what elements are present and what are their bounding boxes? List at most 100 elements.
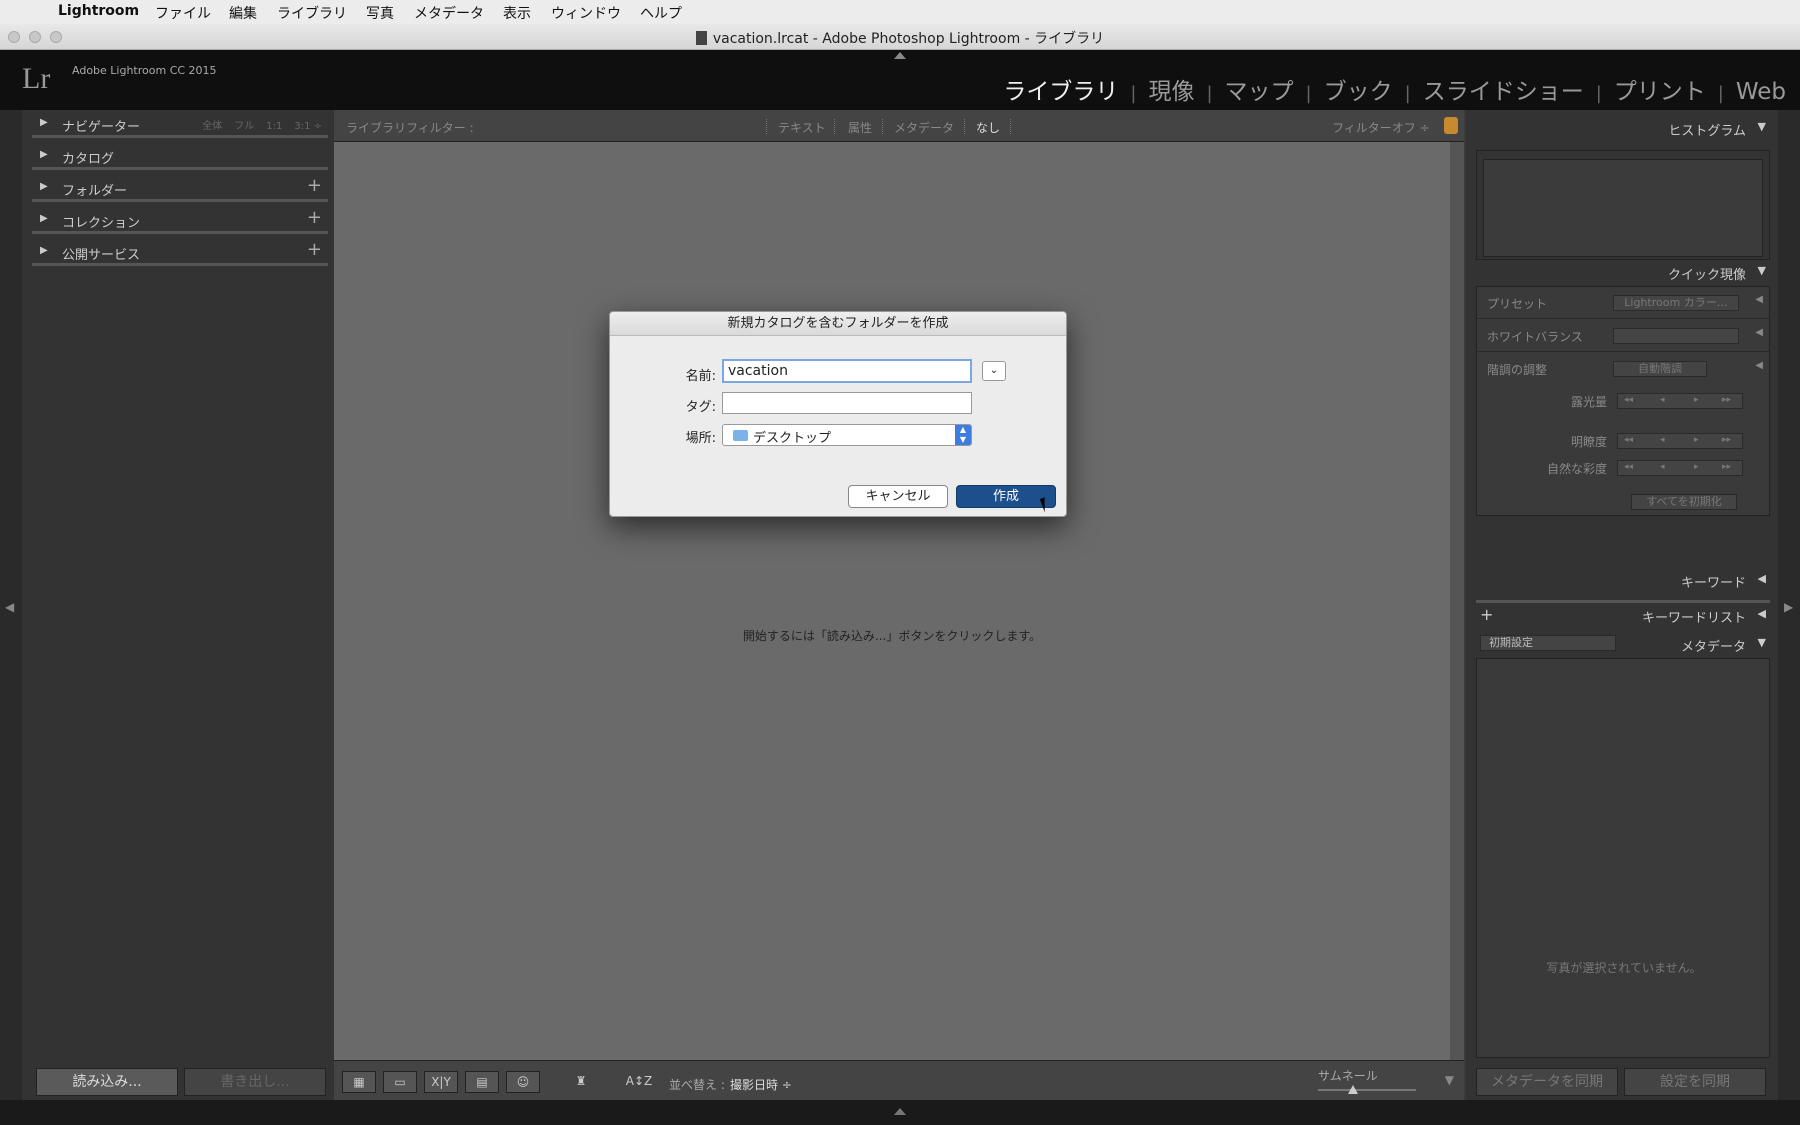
window-title: vacation.lrcat - Adobe Photoshop Lightro… xyxy=(712,31,1105,47)
zoom-1-1[interactable]: 1:1 xyxy=(266,121,282,132)
dialog-title: 新規カタログを含むフォルダーを作成 xyxy=(610,312,1066,336)
folders-header[interactable]: ▶ フォルダー + xyxy=(32,174,328,202)
thumbnail-slider[interactable] xyxy=(1318,1089,1416,1091)
stepper-icon: ▲ ▼ xyxy=(955,425,971,445)
add-collection-icon[interactable]: + xyxy=(307,207,322,228)
module-print[interactable]: プリント xyxy=(1614,72,1706,106)
menu-app[interactable]: Lightroom xyxy=(58,3,139,19)
loupe-view-icon[interactable]: ▭ xyxy=(383,1071,417,1093)
expand-icon[interactable]: ⌄ xyxy=(982,361,1006,381)
sync-metadata-button[interactable]: メタデータを同期 xyxy=(1476,1068,1618,1096)
histogram xyxy=(1476,150,1770,260)
filmstrip-toggle[interactable] xyxy=(0,1100,1800,1125)
metadata-header[interactable]: 初期設定 メタデータ ▼ xyxy=(1476,632,1770,656)
version-label: Adobe Lightroom CC 2015 xyxy=(72,64,217,77)
publish-services-header[interactable]: ▶ 公開サービス + xyxy=(32,238,328,266)
survey-view-icon[interactable]: ▤ xyxy=(465,1071,499,1093)
grid-view: ライブラリフィルター : テキスト 属性 メタデータ なし フィルターオフ ÷ … xyxy=(334,110,1464,1060)
menu-help[interactable]: ヘルプ xyxy=(640,3,682,23)
triangle-right-icon: ▶ xyxy=(40,213,48,224)
module-map[interactable]: マップ xyxy=(1225,72,1294,106)
add-publish-icon[interactable]: + xyxy=(307,239,322,260)
module-slideshow[interactable]: スライドショー xyxy=(1423,72,1584,106)
triangle-right-icon: ▶ xyxy=(40,181,48,192)
tone-control-label: 階調の調整 xyxy=(1487,363,1548,377)
export-button[interactable]: 書き出し... xyxy=(184,1068,326,1096)
location-select[interactable]: デスクトップ ▲ ▼ xyxy=(722,424,972,446)
preset-select[interactable]: Lightroom カラー… xyxy=(1613,295,1739,311)
cancel-button[interactable]: キャンセル xyxy=(848,485,948,508)
filter-metadata[interactable]: メタデータ xyxy=(894,119,954,136)
lock-icon[interactable] xyxy=(1444,117,1458,134)
filter-attribute[interactable]: 属性 xyxy=(848,119,872,136)
right-panel-toggle[interactable]: ▶ xyxy=(1778,110,1800,1100)
zoom-3-1[interactable]: 3:1 xyxy=(294,121,310,132)
triangle-right-icon: ▶ xyxy=(40,117,48,128)
triangle-left-icon[interactable]: ◀ xyxy=(1755,327,1763,338)
vibrance-stepper[interactable]: ◂◂ ◂ ▸ ▸▸ xyxy=(1617,460,1743,476)
zoom-fit[interactable]: 全体 xyxy=(202,121,222,132)
keywording-header[interactable]: キーワード ◀ xyxy=(1476,568,1770,592)
tag-label: タグ: xyxy=(685,400,716,415)
catalog-header[interactable]: ▶ カタログ xyxy=(32,142,328,170)
painter-icon[interactable]: ♜ xyxy=(572,1071,590,1093)
filter-none[interactable]: なし xyxy=(976,119,1000,136)
quick-develop-header[interactable]: クイック現像 ▼ xyxy=(1476,260,1770,284)
menu-library[interactable]: ライブラリ xyxy=(277,3,347,23)
top-panel-toggle-icon[interactable] xyxy=(894,52,906,59)
slider-thumb[interactable] xyxy=(1348,1085,1358,1094)
sync-settings-button[interactable]: 設定を同期 xyxy=(1624,1068,1766,1096)
vibrance-label: 自然な彩度 xyxy=(1546,462,1607,476)
triangle-right-icon: ▶ xyxy=(40,149,48,160)
navigator-header[interactable]: ▶ ナビゲーター 全体 フル 1:1 3:1 ÷ xyxy=(32,110,328,138)
exposure-stepper[interactable]: ◂◂ ◂ ▸ ▸▸ xyxy=(1617,393,1743,409)
thumbnail-label: サムネール xyxy=(1318,1069,1378,1083)
reset-all-button[interactable]: すべてを初期化 xyxy=(1631,494,1737,510)
menu-edit[interactable]: 編集 xyxy=(229,3,257,23)
compare-view-icon[interactable]: X|Y xyxy=(424,1071,458,1093)
module-book[interactable]: ブック xyxy=(1324,72,1393,106)
triangle-left-icon[interactable]: ◀ xyxy=(1755,294,1763,305)
quick-develop-panel: プリセット Lightroom カラー… ◀ ホワイトバランス ◀ 階調の調整 … xyxy=(1476,286,1770,516)
clarity-stepper[interactable]: ◂◂ ◂ ▸ ▸▸ xyxy=(1617,433,1743,449)
add-folder-icon[interactable]: + xyxy=(307,175,322,196)
document-icon xyxy=(695,31,707,45)
module-develop[interactable]: 現像 xyxy=(1148,72,1194,106)
histogram-header[interactable]: ヒストグラム ▼ xyxy=(1476,116,1770,140)
import-hint: 開始するには「読み込み...」ボタンをクリックします。 xyxy=(742,629,1042,643)
people-view-icon[interactable]: ☺ xyxy=(506,1071,540,1093)
white-balance-select[interactable] xyxy=(1613,328,1739,344)
name-field[interactable]: vacation xyxy=(722,359,972,383)
sort-direction-icon[interactable]: A↕Z xyxy=(624,1071,654,1093)
menu-photo[interactable]: 写真 xyxy=(366,3,394,23)
left-panel-toggle[interactable]: ◀ xyxy=(0,110,22,1100)
module-picker: ライブラリ | 現像 | マップ | ブック | スライドショー | プリント | Web xyxy=(1003,72,1786,106)
add-keyword-icon[interactable]: + xyxy=(1480,605,1493,624)
zoom-fill[interactable]: フル xyxy=(234,121,254,132)
tag-field[interactable] xyxy=(722,392,972,414)
module-web[interactable]: Web xyxy=(1736,79,1786,105)
module-library[interactable]: ライブラリ xyxy=(1003,72,1118,106)
triangle-right-icon: ▶ xyxy=(40,245,48,256)
identity-plate: Lr Adobe Lightroom CC 2015 ライブラリ | 現像 | マップ |… xyxy=(0,50,1800,110)
sort-select[interactable]: 撮影日時 ÷ xyxy=(730,1076,792,1093)
thumbnail-grid[interactable]: 開始するには「読み込み...」ボタンをクリックします。 xyxy=(334,142,1450,1060)
auto-tone-button[interactable]: 自動階調 xyxy=(1613,361,1707,377)
filter-text[interactable]: テキスト xyxy=(778,119,826,136)
menu-window[interactable]: ウィンドウ xyxy=(551,3,621,23)
menu-metadata[interactable]: メタデータ xyxy=(414,3,484,23)
menu-view[interactable]: 表示 xyxy=(503,3,531,23)
triangle-left-icon[interactable]: ◀ xyxy=(1755,360,1763,371)
filter-preset[interactable]: フィルターオフ ÷ xyxy=(1332,119,1430,136)
metadata-preset-select[interactable]: 初期設定 xyxy=(1480,635,1616,651)
toolbar-menu-icon[interactable]: ▼ xyxy=(1445,1073,1454,1087)
library-filter-bar: ライブラリフィルター : テキスト 属性 メタデータ なし フィルターオフ ÷ xyxy=(334,110,1464,142)
keyword-list-header[interactable]: + キーワードリスト ◀ xyxy=(1476,600,1770,626)
menu-file[interactable]: ファイル xyxy=(155,3,211,23)
collections-header[interactable]: ▶ コレクション + xyxy=(32,206,328,234)
grid-view-icon[interactable]: ▦ xyxy=(342,1071,376,1093)
import-button[interactable]: 読み込み... xyxy=(36,1068,178,1096)
no-photo-message: 写真が選択されていません。 xyxy=(1546,961,1702,975)
preset-label: プリセット xyxy=(1487,297,1548,311)
vertical-scrollbar[interactable] xyxy=(1450,142,1464,1060)
